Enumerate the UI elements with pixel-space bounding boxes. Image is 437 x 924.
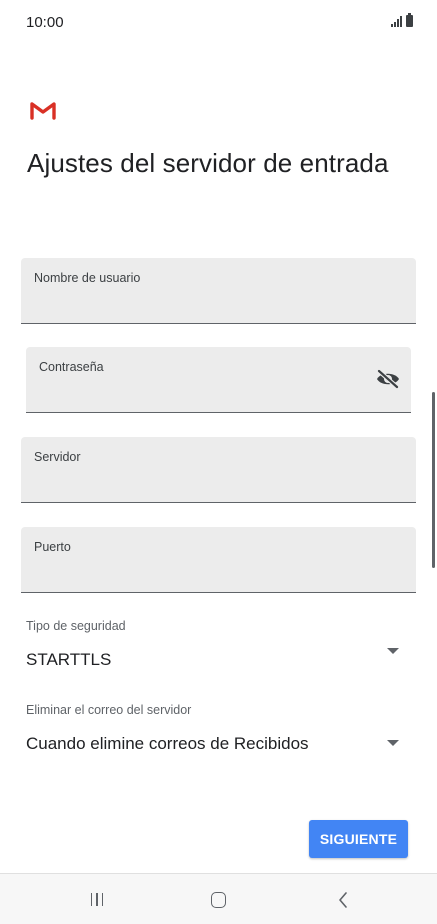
port-input[interactable] bbox=[34, 562, 376, 584]
username-input[interactable] bbox=[34, 293, 376, 315]
server-input[interactable] bbox=[34, 472, 376, 494]
gmail-m-icon bbox=[30, 102, 56, 120]
password-label: Contraseña bbox=[39, 360, 104, 374]
security-type-label: Tipo de seguridad bbox=[26, 619, 126, 633]
delete-from-server-select[interactable]: Eliminar el correo del servidor Cuando e… bbox=[26, 703, 416, 759]
security-type-value: STARTTLS bbox=[26, 650, 112, 669]
next-button[interactable]: SIGUIENTE bbox=[309, 820, 408, 858]
delete-from-server-value: Cuando elimine correos de Recibidos bbox=[26, 734, 309, 753]
recents-button[interactable] bbox=[57, 874, 137, 924]
back-icon bbox=[339, 891, 347, 908]
port-label: Puerto bbox=[34, 540, 71, 554]
home-icon bbox=[210, 891, 226, 908]
username-label: Nombre de usuario bbox=[34, 271, 141, 285]
scroll-indicator[interactable] bbox=[432, 392, 435, 568]
dropdown-arrow-icon bbox=[387, 740, 399, 746]
server-field[interactable]: Servidor bbox=[21, 437, 416, 503]
recents-icon bbox=[90, 893, 104, 906]
status-icons bbox=[391, 13, 413, 27]
password-field[interactable]: Contraseña bbox=[26, 347, 411, 413]
signal-icon bbox=[391, 16, 402, 27]
home-button[interactable] bbox=[178, 874, 258, 924]
password-input[interactable] bbox=[39, 382, 371, 404]
delete-from-server-label: Eliminar el correo del servidor bbox=[26, 703, 192, 717]
status-time: 10:00 bbox=[26, 14, 64, 31]
dropdown-arrow-icon bbox=[387, 648, 399, 654]
battery-icon bbox=[406, 13, 413, 27]
port-field[interactable]: Puerto bbox=[21, 527, 416, 593]
visibility-off-icon[interactable] bbox=[375, 369, 401, 389]
navigation-bar bbox=[0, 873, 437, 924]
username-field[interactable]: Nombre de usuario bbox=[21, 258, 416, 324]
security-type-select[interactable]: Tipo de seguridad STARTTLS bbox=[26, 619, 416, 675]
back-button[interactable] bbox=[303, 874, 383, 924]
server-label: Servidor bbox=[34, 450, 81, 464]
status-bar: 10:00 bbox=[0, 0, 437, 44]
page-title: Ajustes del servidor de entrada bbox=[27, 148, 389, 178]
